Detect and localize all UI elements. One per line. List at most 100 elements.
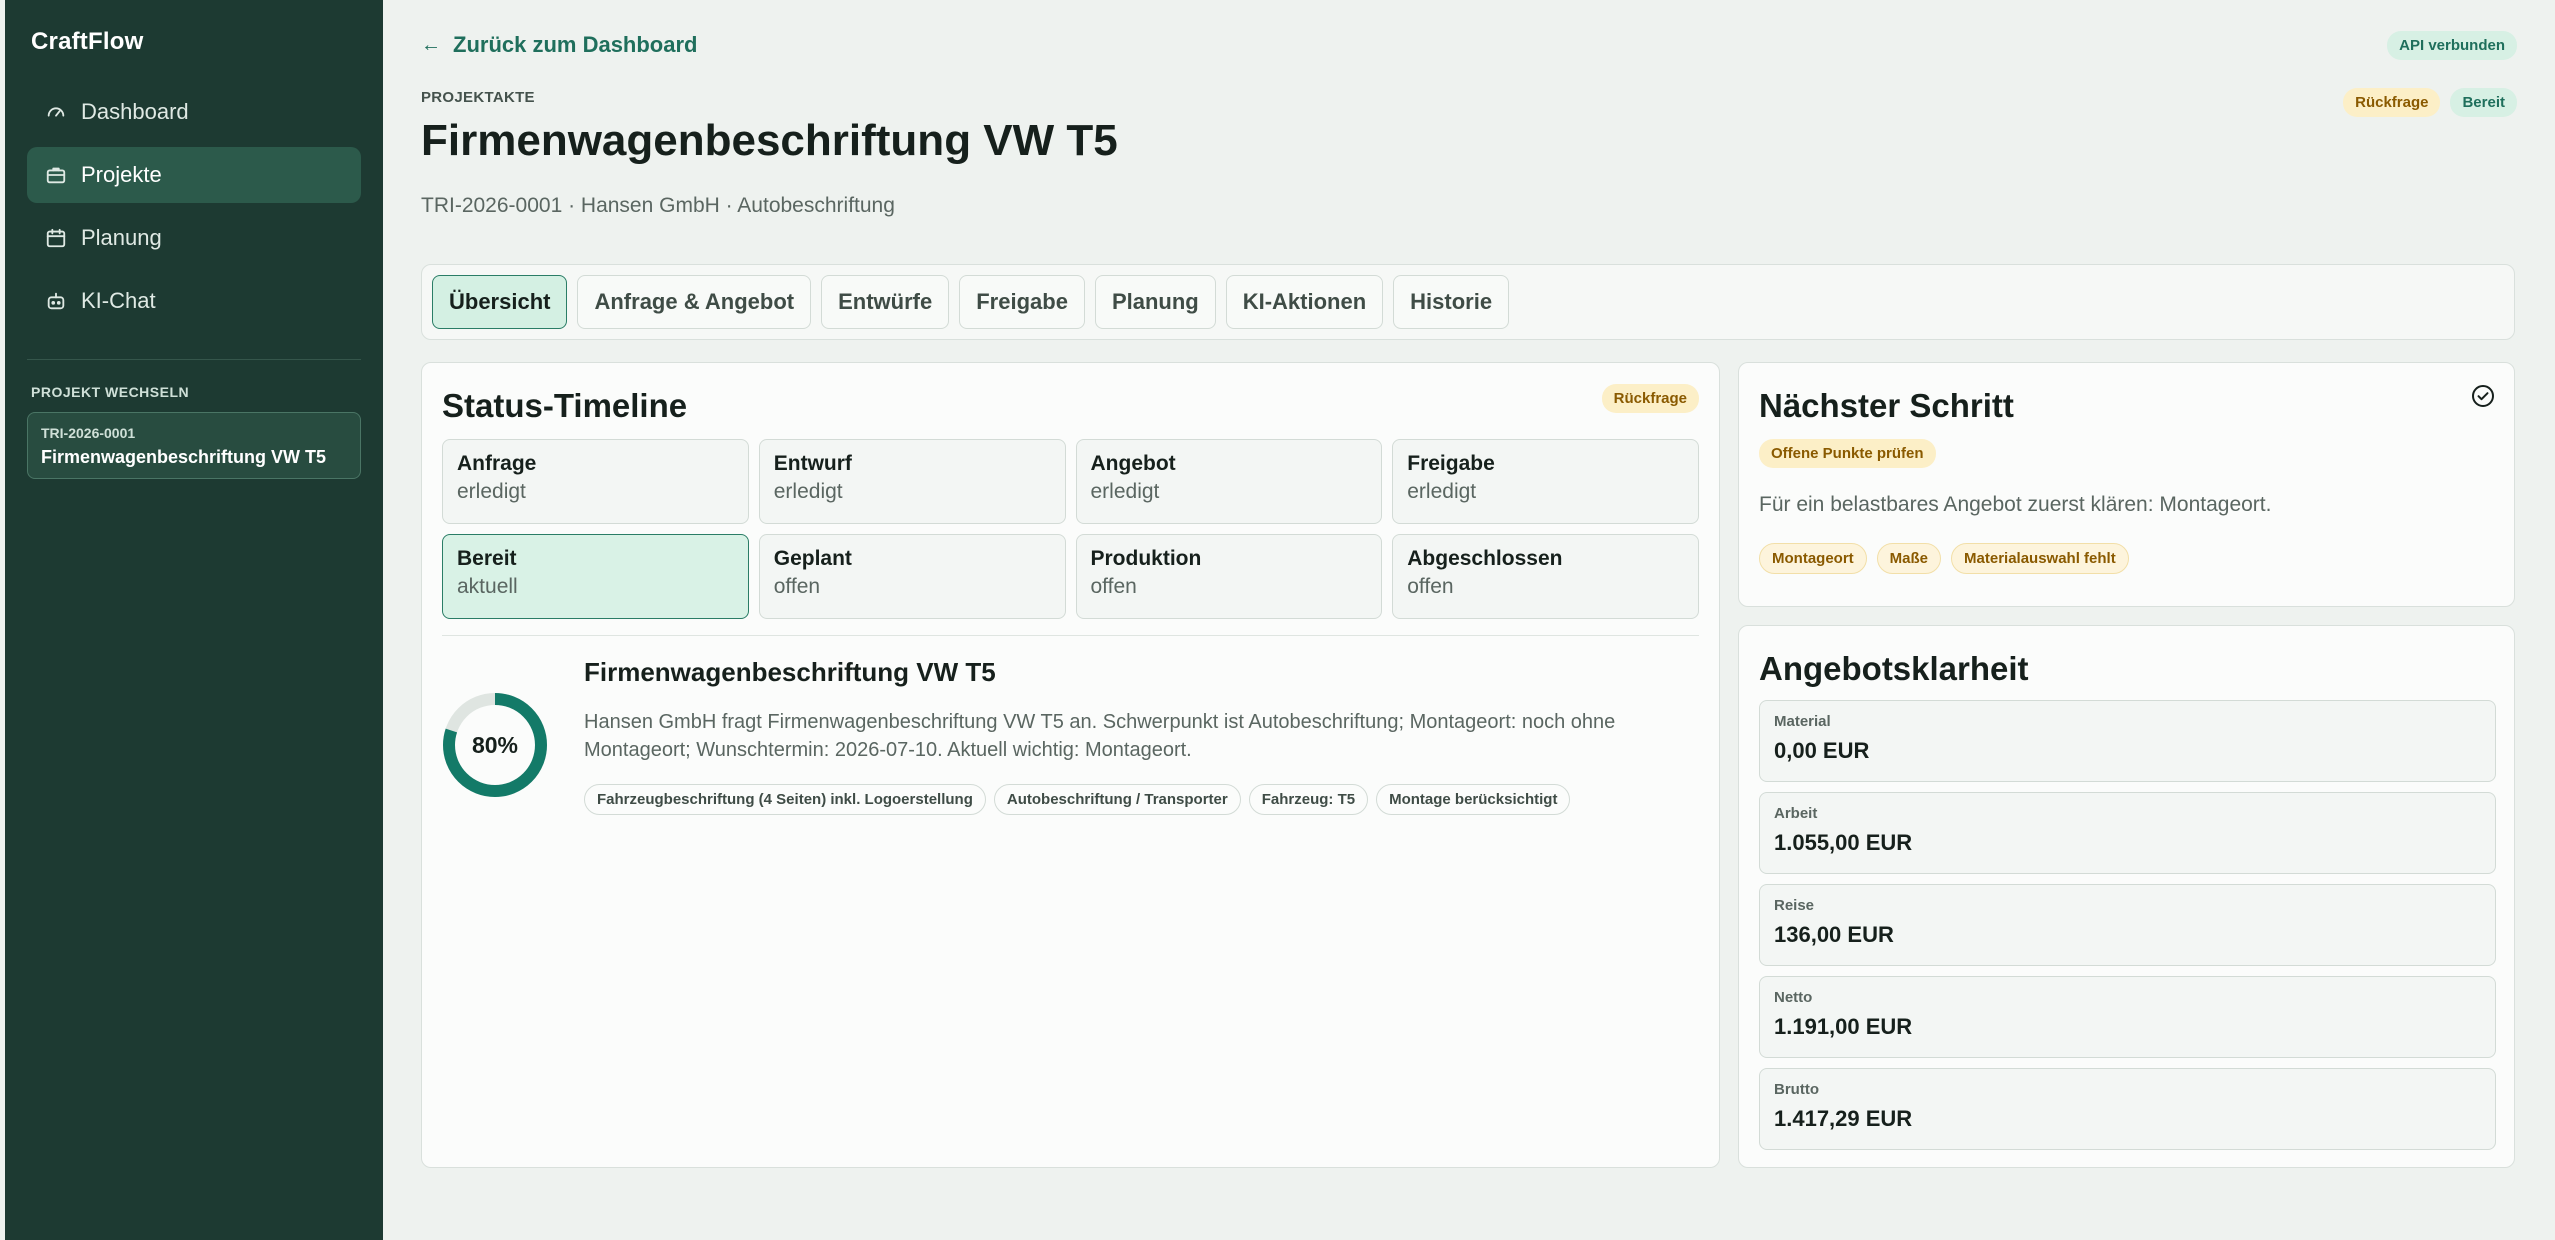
gauge-icon [45,101,67,123]
offer-clarity-title: Angebotsklarheit [1759,650,2029,687]
offer-row-arbeit: Arbeit 1.055,00 EUR [1759,792,2496,874]
summary-chip: Fahrzeug: T5 [1248,784,1369,815]
tab-historie[interactable]: Historie [1393,275,1510,329]
offer-row-reise: Reise 136,00 EUR [1759,884,2496,966]
stage-abgeschlossen: Abgeschlossen offen [1392,534,1699,619]
open-point-chip: Montageort [1759,543,1867,574]
tab-freigabe[interactable]: Freigabe [959,275,1085,329]
page-eyebrow: PROJEKTAKTE [421,89,535,106]
sidebar-item-label: KI-Chat [81,288,156,313]
offer-row-label: Brutto [1774,1081,1819,1098]
check-circle-icon [2472,385,2494,407]
sidebar-divider [27,359,361,360]
summary-chips: Fahrzeugbeschriftung (4 Seiten) inkl. Lo… [584,784,1704,815]
stage-geplant: Geplant offen [758,534,1066,619]
tab-uebersicht[interactable]: Übersicht [432,275,568,329]
stage-state: offen [773,575,821,598]
timeline-status-badge: Rückfrage [1601,384,1699,413]
main-content: ← Zurück zum Dashboard API verbunden PRO… [383,0,2555,1240]
api-status-badge: API verbunden [2387,31,2517,60]
stage-name: Produktion [1090,547,1202,570]
sidebar-item-planung[interactable]: Planung [27,210,361,266]
page-title: Firmenwagenbeschriftung VW T5 [421,116,1118,165]
stage-state: aktuell [457,575,518,598]
offer-row-value: 1.055,00 EUR [1774,830,1913,855]
offer-clarity-card: Angebotsklarheit Material 0,00 EUR Arbei… [1738,625,2515,1168]
timeline-divider [442,635,1699,636]
status-badges: Rückfrage Bereit [2343,88,2517,117]
stage-state: erledigt [1090,480,1160,503]
offer-row-label: Reise [1774,897,1815,914]
sidebar: CraftFlow Dashboard Projekte Planung KI-… [5,0,383,1240]
app-logo: CraftFlow [31,28,144,55]
stage-state: offen [1407,575,1454,598]
offer-row-value: 136,00 EUR [1774,922,1894,947]
offer-rows: Material 0,00 EUR Arbeit 1.055,00 EUR Re… [1759,700,2496,1150]
open-point-chip: Materialauswahl fehlt [1951,543,2129,574]
stage-state: offen [1090,575,1137,598]
summary-chip: Autobeschriftung / Transporter [993,784,1241,815]
offer-row-value: 0,00 EUR [1774,738,1870,763]
sidebar-item-label: Dashboard [81,99,189,124]
status-timeline-card: Status-Timeline Rückfrage Anfrage erledi… [421,362,1720,1168]
status-badge-rueckfrage: Rückfrage [2343,88,2441,117]
stage-entwurf: Entwurf erledigt [758,439,1066,524]
offer-row-value: 1.417,29 EUR [1774,1106,1913,1131]
stage-name: Freigabe [1407,452,1495,475]
offer-row-value: 1.191,00 EUR [1774,1014,1913,1039]
stage-name: Anfrage [457,452,537,475]
stage-anfrage: Anfrage erledigt [442,439,749,524]
robot-icon [45,290,67,312]
sidebar-item-label: Projekte [81,162,162,187]
stage-name: Entwurf [773,452,852,475]
stage-state: erledigt [457,480,526,503]
sidebar-item-projekte[interactable]: Projekte [27,147,361,203]
offer-row-label: Material [1774,713,1831,730]
sidebar-item-ki-chat[interactable]: KI-Chat [27,273,361,329]
summary-title: Firmenwagenbeschriftung VW T5 [584,657,996,687]
summary-text: Hansen GmbH fragt Firmenwagenbeschriftun… [584,711,1616,761]
stage-state: erledigt [1407,480,1477,503]
tab-planung[interactable]: Planung [1094,275,1216,329]
next-step-badge: Offene Punkte prüfen [1759,439,1936,468]
open-points-chips: Montageort Maße Materialauswahl fehlt [1759,543,2129,574]
stage-angebot: Angebot erledigt [1075,439,1383,524]
tab-bar: Übersicht Anfrage & Angebot Entwürfe Fre… [421,264,2515,340]
offer-row-label: Arbeit [1774,805,1818,822]
calendar-icon [45,227,67,249]
progress-label: 80% [472,732,518,758]
stage-state: erledigt [773,480,843,503]
summary-chip: Montage berücksichtigt [1376,784,1571,815]
summary-chip: Fahrzeugbeschriftung (4 Seiten) inkl. Lo… [584,784,986,815]
stage-produktion: Produktion offen [1075,534,1383,619]
tab-entwuerfe[interactable]: Entwürfe [821,275,950,329]
status-badge-bereit: Bereit [2450,88,2517,117]
stage-name: Geplant [773,547,852,570]
back-to-dashboard-link[interactable]: ← Zurück zum Dashboard [421,32,697,58]
open-point-chip: Maße [1876,543,1942,574]
project-switch-item[interactable]: TRI-2026-0001 Firmenwagenbeschriftung VW… [27,412,361,479]
stage-name: Abgeschlossen [1407,547,1563,570]
tab-ki-aktionen[interactable]: KI-Aktionen [1225,275,1384,329]
stage-freigabe: Freigabe erledigt [1392,439,1699,524]
next-step-title: Nächster Schritt [1759,387,2014,424]
sidebar-item-dashboard[interactable]: Dashboard [27,84,361,140]
project-summary: Firmenwagenbeschriftung VW T5 Hansen Gmb… [584,657,1704,815]
offer-row-material: Material 0,00 EUR [1759,700,2496,782]
back-link-label: Zurück zum Dashboard [453,32,698,57]
page-subtitle: TRI-2026-0001 · Hansen GmbH · Autobeschr… [421,194,895,217]
stage-name: Angebot [1090,452,1176,475]
next-step-card: Nächster Schritt Offene Punkte prüfen Fü… [1738,362,2515,607]
project-switch-id: TRI-2026-0001 [41,425,136,441]
project-switch-heading: PROJEKT WECHSELN [31,384,190,400]
offer-row-brutto: Brutto 1.417,29 EUR [1759,1068,2496,1150]
status-timeline-title: Status-Timeline [442,387,688,424]
sidebar-item-label: Planung [81,225,162,250]
tab-anfrage-angebot[interactable]: Anfrage & Angebot [577,275,812,329]
stage-bereit: Bereit aktuell [442,534,749,619]
offer-row-label: Netto [1774,989,1813,1006]
briefcase-icon [45,164,67,186]
offer-row-netto: Netto 1.191,00 EUR [1759,976,2496,1058]
arrow-left-icon: ← [421,33,441,56]
timeline-stages: Anfrage erledigt Entwurf erledigt Angebo… [442,439,1699,619]
